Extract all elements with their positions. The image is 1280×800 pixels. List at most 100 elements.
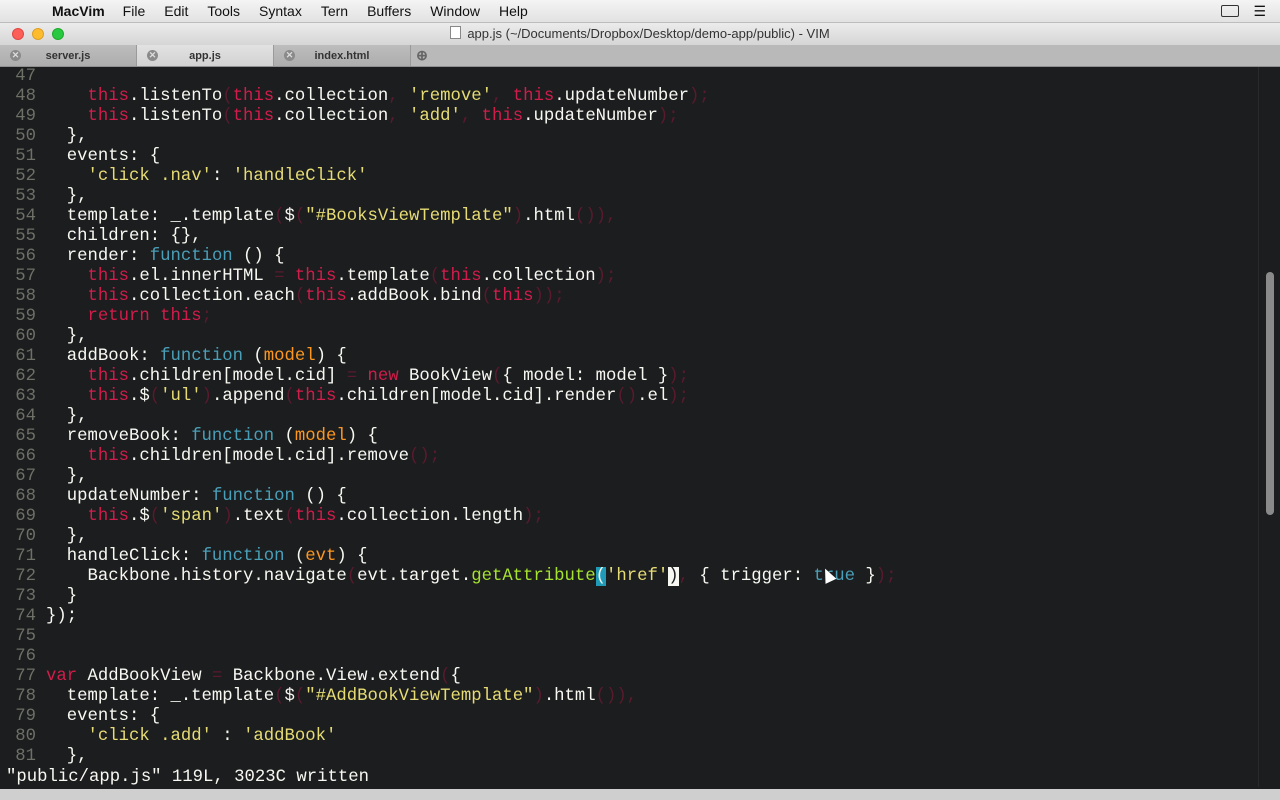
line-number: 58 — [15, 287, 36, 306]
code-line[interactable]: 71 handleClick: function (evt) { — [0, 547, 367, 567]
code-line[interactable]: 65 removeBook: function (model) { — [0, 427, 378, 447]
code-line[interactable]: 61 addBook: function (model) { — [0, 347, 347, 367]
code-line[interactable]: 81 }, — [0, 747, 87, 767]
code-line[interactable]: 60 }, — [0, 327, 87, 347]
close-icon[interactable]: ✕ — [147, 50, 158, 61]
window-minimize-button[interactable] — [32, 28, 44, 40]
line-number: 78 — [15, 687, 36, 706]
menu-help[interactable]: Help — [499, 3, 528, 19]
tab-server-js[interactable]: ✕ server.js — [0, 45, 137, 66]
line-text: }, — [46, 407, 88, 426]
line-text: addBook: function (model) { — [46, 347, 347, 366]
line-number: 48 — [15, 87, 36, 106]
tab-app-js[interactable]: ✕ app.js — [137, 45, 274, 66]
line-number: 67 — [15, 467, 36, 486]
line-text: render: function () { — [46, 247, 285, 266]
code-line[interactable]: 55 children: {}, — [0, 227, 202, 247]
code-line[interactable]: 47 — [0, 67, 46, 87]
code-line[interactable]: 78 template: _.template($("#AddBookViewT… — [0, 687, 637, 707]
window-close-button[interactable] — [12, 28, 24, 40]
window-title-bar: app.js (~/Documents/Dropbox/Desktop/demo… — [0, 23, 1280, 45]
code-line[interactable]: 51 events: { — [0, 147, 160, 167]
code-line[interactable]: 49 this.listenTo(this.collection, 'add',… — [0, 107, 678, 127]
new-tab-button[interactable]: ⊕ — [411, 45, 433, 66]
line-number: 65 — [15, 427, 36, 446]
menu-syntax[interactable]: Syntax — [259, 3, 302, 19]
menu-window[interactable]: Window — [430, 3, 480, 19]
line-number: 73 — [15, 587, 36, 606]
window-bottom-edge — [0, 789, 1280, 800]
code-line[interactable]: 80 'click .add' : 'addBook' — [0, 727, 336, 747]
tab-bar: ✕ server.js ✕ app.js ✕ index.html ⊕ — [0, 45, 1280, 67]
scrollbar-thumb[interactable] — [1266, 272, 1274, 515]
close-icon[interactable]: ✕ — [284, 50, 295, 61]
code-line[interactable]: 70 }, — [0, 527, 87, 547]
code-line[interactable]: 72 Backbone.history.navigate(evt.target.… — [0, 567, 896, 587]
line-text: }, — [46, 747, 88, 766]
line-number: 66 — [15, 447, 36, 466]
line-text: this.el.innerHTML = this.template(this.c… — [87, 267, 617, 286]
line-text: 'click .add' : 'addBook' — [87, 727, 337, 746]
code-line[interactable]: 76 — [0, 647, 46, 667]
line-text: }, — [46, 327, 88, 346]
line-number: 72 — [15, 567, 36, 586]
close-icon[interactable]: ✕ — [10, 50, 21, 61]
line-number: 59 — [15, 307, 36, 326]
line-text: children: {}, — [46, 227, 202, 246]
code-line[interactable]: 74}); — [0, 607, 77, 627]
code-line[interactable]: 48 this.listenTo(this.collection, 'remov… — [0, 87, 710, 107]
line-text: this.$('span').text(this.collection.leng… — [87, 507, 544, 526]
menu-bar: MacVim File Edit Tools Syntax Tern Buffe… — [0, 0, 1280, 23]
line-number: 52 — [15, 167, 36, 186]
menu-app-name[interactable]: MacVim — [52, 3, 105, 19]
line-number: 47 — [15, 67, 36, 86]
code-line[interactable]: 75 — [0, 627, 46, 647]
menu-buffers[interactable]: Buffers — [367, 3, 411, 19]
code-line[interactable]: 53 }, — [0, 187, 87, 207]
code-line[interactable]: 57 this.el.innerHTML = this.template(thi… — [0, 267, 616, 287]
code-line[interactable]: 59 return this; — [0, 307, 212, 327]
code-line[interactable]: 62 this.children[model.cid] = new BookVi… — [0, 367, 689, 387]
tab-index-html[interactable]: ✕ index.html — [274, 45, 411, 66]
window-zoom-button[interactable] — [52, 28, 64, 40]
line-text: this.collection.each(this.addBook.bind(t… — [87, 287, 565, 306]
line-number: 62 — [15, 367, 36, 386]
line-number: 81 — [15, 747, 36, 766]
line-number: 63 — [15, 387, 36, 406]
menu-file[interactable]: File — [123, 3, 146, 19]
line-number: 80 — [15, 727, 36, 746]
menu-tools[interactable]: Tools — [207, 3, 240, 19]
code-line[interactable]: 73 } — [0, 587, 77, 607]
line-text: events: { — [46, 707, 161, 726]
code-line[interactable]: 79 events: { — [0, 707, 160, 727]
code-line[interactable]: 64 }, — [0, 407, 87, 427]
code-line[interactable]: 54 template: _.template($("#BooksViewTem… — [0, 207, 616, 227]
code-line[interactable]: 67 }, — [0, 467, 87, 487]
code-line[interactable]: 77 var AddBookView = Backbone.View.extend… — [0, 667, 461, 687]
line-text: 'click .nav': 'handleClick' — [87, 167, 368, 186]
vim-status-line: "public/app.js" 119L, 3023C written — [6, 768, 369, 787]
list-menu-icon[interactable]: ☰ — [1253, 3, 1266, 20]
menu-tern[interactable]: Tern — [321, 3, 348, 19]
code-line[interactable]: 52 'click .nav': 'handleClick' — [0, 167, 368, 187]
line-number: 57 — [15, 267, 36, 286]
line-number: 70 — [15, 527, 36, 546]
line-text: this.children[model.cid].remove(); — [87, 447, 441, 466]
code-line[interactable]: 63 this.$('ul').append(this.children[mod… — [0, 387, 689, 407]
code-line[interactable]: 58 this.collection.each(this.addBook.bin… — [0, 287, 565, 307]
code-line[interactable]: 68 updateNumber: function () { — [0, 487, 347, 507]
vertical-scrollbar[interactable] — [1258, 67, 1280, 787]
line-text: updateNumber: function () { — [46, 487, 347, 506]
line-text: removeBook: function (model) { — [46, 427, 378, 446]
line-text: }, — [46, 527, 88, 546]
menu-edit[interactable]: Edit — [164, 3, 188, 19]
line-text: }); — [46, 607, 78, 626]
code-line[interactable]: 56 render: function () { — [0, 247, 285, 267]
code-line[interactable]: 50 }, — [0, 127, 87, 147]
line-number: 68 — [15, 487, 36, 506]
screen-record-icon[interactable] — [1221, 5, 1240, 17]
code-line[interactable]: 66 this.children[model.cid].remove(); — [0, 447, 440, 467]
code-editor[interactable]: 47 48 this.listenTo(this.collection, 'rem… — [0, 67, 1258, 767]
code-line[interactable]: 69 this.$('span').text(this.collection.l… — [0, 507, 544, 527]
line-text: events: { — [46, 147, 161, 166]
